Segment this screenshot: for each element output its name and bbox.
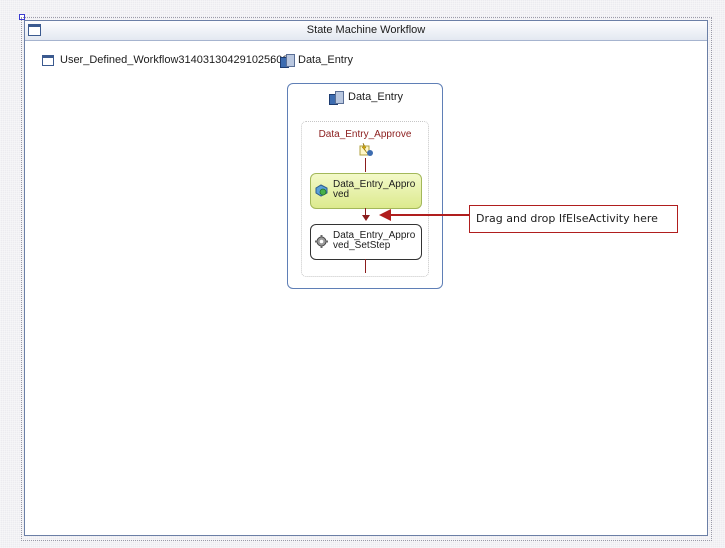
callout-arrow	[379, 209, 469, 221]
callout-box: Drag and drop IfElseActivity here	[469, 205, 678, 233]
callout-text: Drag and drop IfElseActivity here	[476, 212, 658, 225]
